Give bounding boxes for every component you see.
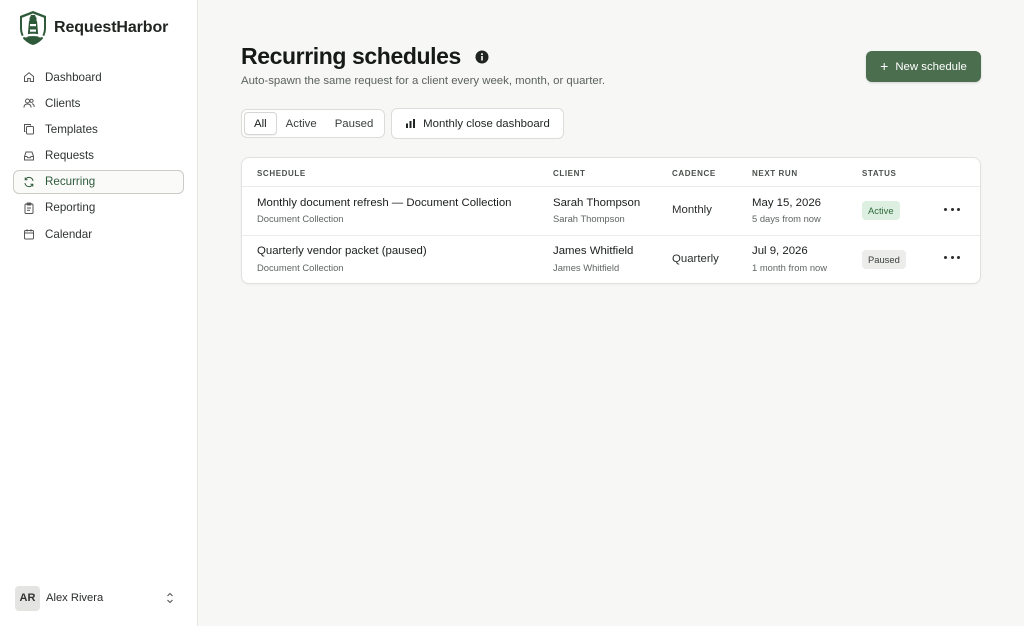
filter-tab-paused[interactable]: Paused (326, 112, 383, 135)
dashboard-button-label: Monthly close dashboard (423, 117, 550, 130)
sidebar-nav: Dashboard Clients Templates Requests Rec… (13, 65, 184, 248)
sidebar-item-templates[interactable]: Templates (13, 117, 184, 141)
sidebar-item-label: Clients (45, 96, 81, 110)
new-schedule-button[interactable]: + New schedule (866, 51, 981, 82)
status-badge: Active (862, 201, 900, 220)
column-header-status[interactable]: STATUS (862, 169, 896, 178)
table-row[interactable]: Monthly document refresh — Document Coll… (242, 187, 980, 235)
next-run-relative: 5 days from now (752, 213, 821, 224)
sidebar-item-calendar[interactable]: Calendar (13, 222, 184, 246)
user-name: Alex Rivera (46, 592, 104, 604)
refresh-icon (23, 176, 35, 188)
users-icon (23, 97, 35, 109)
avatar: AR (15, 585, 40, 611)
table-header: SCHEDULE CLIENT CADENCE NEXT RUN STATUS (242, 158, 980, 187)
schedule-template: Document Collection (257, 262, 344, 273)
page-title: Recurring schedules (241, 43, 461, 69)
brand[interactable]: RequestHarbor (18, 10, 168, 46)
clipboard-icon (23, 202, 35, 214)
column-header-next-run[interactable]: NEXT RUN (752, 169, 798, 178)
main-content: Recurring schedules Auto-spawn the same … (199, 0, 1024, 626)
schedule-template: Document Collection (257, 213, 344, 224)
sidebar-item-dashboard[interactable]: Dashboard (13, 65, 184, 89)
brand-name: RequestHarbor (54, 19, 169, 36)
copy-icon (23, 123, 35, 135)
info-icon[interactable] (475, 50, 489, 64)
sidebar-item-label: Requests (45, 149, 94, 163)
sidebar-item-reporting[interactable]: Reporting (13, 196, 184, 220)
sidebar-item-clients[interactable]: Clients (13, 91, 184, 115)
page-subtitle: Auto-spawn the same request for a client… (241, 75, 606, 87)
sidebar-item-label: Reporting (45, 201, 96, 215)
sidebar-item-label: Recurring (45, 175, 96, 189)
row-actions-more-icon[interactable] (944, 252, 960, 262)
calendar-icon (23, 228, 35, 240)
chevron-up-down-icon[interactable] (165, 591, 175, 605)
bar-chart-icon (406, 119, 416, 128)
plus-icon: + (880, 57, 889, 74)
new-schedule-label: New schedule (895, 60, 967, 73)
cadence: Monthly (672, 204, 712, 216)
client-contact: James Whitfield (553, 262, 620, 273)
inbox-icon (23, 150, 35, 162)
column-header-client[interactable]: CLIENT (553, 169, 586, 178)
sidebar-item-requests[interactable]: Requests (13, 144, 184, 168)
status-filter: All Active Paused (241, 109, 386, 138)
next-run-relative: 1 month from now (752, 262, 828, 273)
column-header-schedule[interactable]: SCHEDULE (257, 169, 306, 178)
filter-tab-active[interactable]: Active (277, 112, 326, 135)
row-actions-more-icon[interactable] (944, 204, 960, 214)
next-run-date: May 15, 2026 (752, 197, 822, 209)
home-icon (23, 71, 35, 83)
sidebar-item-recurring[interactable]: Recurring (13, 169, 184, 194)
sidebar-item-label: Templates (45, 122, 98, 136)
filter-tab-all[interactable]: All (244, 112, 277, 135)
schedules-table: SCHEDULE CLIENT CADENCE NEXT RUN STATUS … (241, 157, 981, 284)
client-contact: Sarah Thompson (553, 213, 625, 224)
sidebar-item-label: Calendar (45, 227, 93, 241)
schedule-name[interactable]: Monthly document refresh — Document Coll… (257, 197, 512, 209)
lighthouse-logo-icon (20, 11, 46, 45)
status-badge: Paused (862, 250, 906, 269)
user-menu[interactable]: AR Alex Rivera (15, 585, 183, 611)
monthly-close-dashboard-button[interactable]: Monthly close dashboard (391, 108, 564, 139)
client-name: James Whitfield (553, 245, 634, 257)
sidebar-item-label: Dashboard (45, 70, 102, 84)
sidebar: RequestHarbor Dashboard Clients Template… (0, 0, 198, 626)
table-row[interactable]: Quarterly vendor packet (paused) Documen… (242, 236, 980, 284)
client-name: Sarah Thompson (553, 197, 641, 209)
next-run-date: Jul 9, 2026 (752, 245, 808, 257)
column-header-cadence[interactable]: CADENCE (672, 169, 716, 178)
cadence: Quarterly (672, 253, 719, 265)
schedule-name[interactable]: Quarterly vendor packet (paused) (257, 245, 427, 257)
